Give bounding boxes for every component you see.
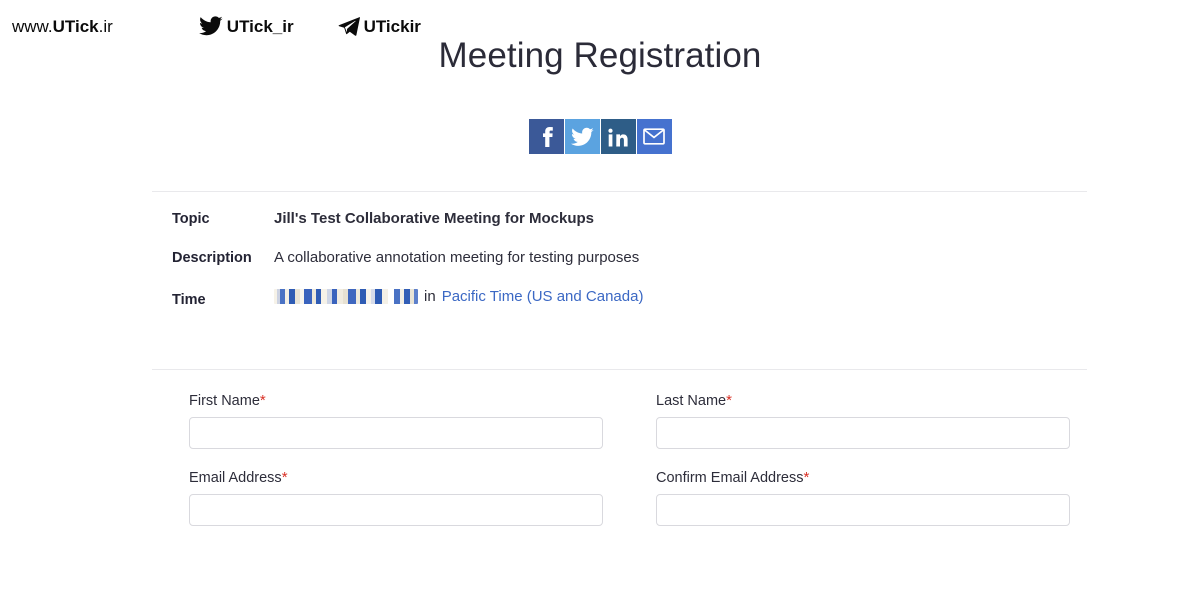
description-label: Description xyxy=(172,250,252,266)
email-address-label: Email Address* xyxy=(189,469,603,486)
registration-form: First Name* Last Name* Email Address* Co… xyxy=(189,392,1071,546)
facebook-icon xyxy=(536,126,556,148)
social-share-row xyxy=(0,119,1200,154)
first-name-label-text: First Name xyxy=(189,393,260,409)
time-joiner: in xyxy=(424,288,436,305)
required-marker: * xyxy=(259,392,266,409)
required-marker: * xyxy=(281,469,288,486)
confirm-email-address-label: Confirm Email Address* xyxy=(656,469,1070,486)
first-name-label: First Name* xyxy=(189,392,603,409)
confirm-email-address-label-text: Confirm Email Address xyxy=(656,470,804,486)
twitter-icon xyxy=(570,127,594,147)
confirm-email-address-input[interactable] xyxy=(656,494,1070,526)
form-row-names: First Name* Last Name* xyxy=(189,392,1071,449)
info-row-topic: Topic Jill's Test Collaborative Meeting … xyxy=(172,210,1102,227)
share-twitter-button[interactable] xyxy=(564,119,600,154)
last-name-label: Last Name* xyxy=(656,392,1070,409)
last-name-label-text: Last Name xyxy=(656,393,727,409)
telegram-plane-icon xyxy=(338,16,360,36)
watermark-telegram-handle: UTickir xyxy=(363,16,421,36)
email-address-input[interactable] xyxy=(189,494,603,526)
watermark-site-brand: UTick xyxy=(52,16,99,36)
watermark-twitter: UTick_ir xyxy=(198,16,294,36)
email-address-label-text: Email Address xyxy=(189,470,282,486)
description-value: A collaborative annotation meeting for t… xyxy=(274,249,640,266)
redacted-time-block xyxy=(274,289,418,304)
form-row-emails: Email Address* Confirm Email Address* xyxy=(189,469,1071,526)
watermark-site-suffix: .ir xyxy=(98,16,113,36)
last-name-input[interactable] xyxy=(656,417,1070,449)
topic-label: Topic xyxy=(172,211,210,227)
meeting-info: Topic Jill's Test Collaborative Meeting … xyxy=(172,210,1102,308)
twitter-bird-icon xyxy=(198,16,223,36)
topic-value: Jill's Test Collaborative Meeting for Mo… xyxy=(274,210,595,227)
required-marker: * xyxy=(803,469,810,486)
time-label: Time xyxy=(172,292,206,308)
page-title: Meeting Registration xyxy=(438,36,762,75)
watermark-twitter-handle: UTick_ir xyxy=(226,16,294,36)
watermark-telegram: UTickir xyxy=(338,16,421,36)
share-facebook-button[interactable] xyxy=(528,119,564,154)
required-marker: * xyxy=(726,392,732,409)
watermark-site: www. UTick .ir xyxy=(12,18,113,35)
divider-top xyxy=(152,191,1087,192)
first-name-input[interactable] xyxy=(189,417,603,449)
field-confirm-email-address: Confirm Email Address* xyxy=(656,469,1070,526)
envelope-icon xyxy=(643,128,665,145)
field-first-name: First Name* xyxy=(189,392,603,449)
info-row-description: Description A collaborative annotation m… xyxy=(172,249,1102,266)
info-row-time: Time in Pacific Time (US and Canada) xyxy=(172,288,1102,308)
field-email-address: Email Address* xyxy=(189,469,603,526)
divider-bottom xyxy=(152,369,1087,370)
linkedin-icon xyxy=(608,127,628,147)
time-value: in Pacific Time (US and Canada) xyxy=(274,288,643,305)
timezone-link[interactable]: Pacific Time (US and Canada) xyxy=(442,288,644,305)
share-email-button[interactable] xyxy=(636,119,672,154)
field-last-name: Last Name* xyxy=(656,392,1070,449)
share-linkedin-button[interactable] xyxy=(600,119,636,154)
watermark-site-prefix: www. xyxy=(12,16,53,36)
